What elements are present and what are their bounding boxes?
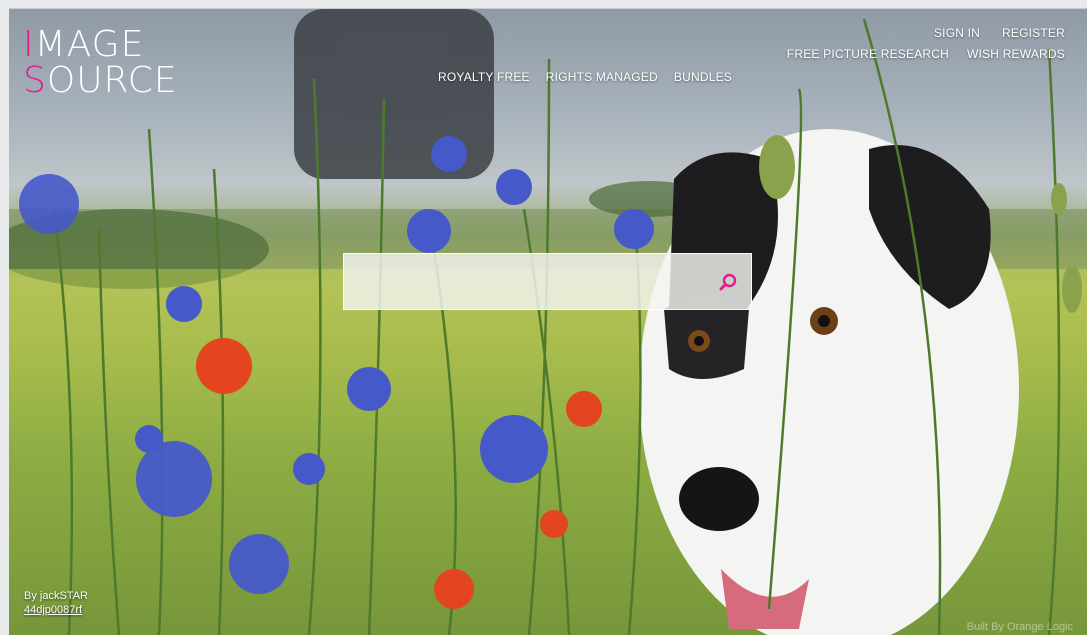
hero-photo [9, 9, 1087, 635]
search-bar [343, 253, 752, 310]
image-code-link[interactable]: 44djp0087rf [24, 604, 82, 616]
account-nav: SIGN IN REGISTER [934, 26, 1065, 40]
free-picture-research-link[interactable]: FREE PICTURE RESEARCH [787, 47, 949, 61]
browser-frame-left [0, 0, 9, 635]
logo-accent-letter: I [23, 24, 35, 65]
search-icon [719, 273, 737, 290]
image-source-logo[interactable]: IMAGE SOURCE [23, 27, 178, 99]
main-nav: ROYALTY FREE RIGHTS MANAGED BUNDLES [438, 70, 732, 84]
logo-line-2: SOURCE [23, 63, 178, 99]
search-button[interactable] [705, 254, 751, 309]
browser-frame-top [0, 0, 1087, 9]
photo-credit: By jackSTAR 44djp0087rf [24, 589, 88, 617]
search-input[interactable] [344, 254, 705, 309]
logo-text: OURCE [46, 60, 178, 101]
photographer-name: By jackSTAR [24, 590, 88, 602]
logo-line-1: IMAGE [23, 27, 178, 63]
sign-in-link[interactable]: SIGN IN [934, 26, 980, 40]
logo-accent-letter: S [23, 60, 47, 101]
register-link[interactable]: REGISTER [1002, 26, 1065, 40]
royalty-free-link[interactable]: ROYALTY FREE [438, 70, 530, 84]
rights-managed-link[interactable]: RIGHTS MANAGED [546, 70, 658, 84]
logo-text: MAGE [34, 24, 145, 65]
wish-rewards-link[interactable]: WISH REWARDS [967, 47, 1065, 61]
built-by-text: Built By Orange Logic [966, 621, 1073, 633]
bundles-link[interactable]: BUNDLES [674, 70, 732, 84]
secondary-nav: FREE PICTURE RESEARCH WISH REWARDS [787, 47, 1065, 61]
hero-background-image: IMAGE SOURCE SIGN IN REGISTER FREE PICTU… [9, 9, 1087, 635]
